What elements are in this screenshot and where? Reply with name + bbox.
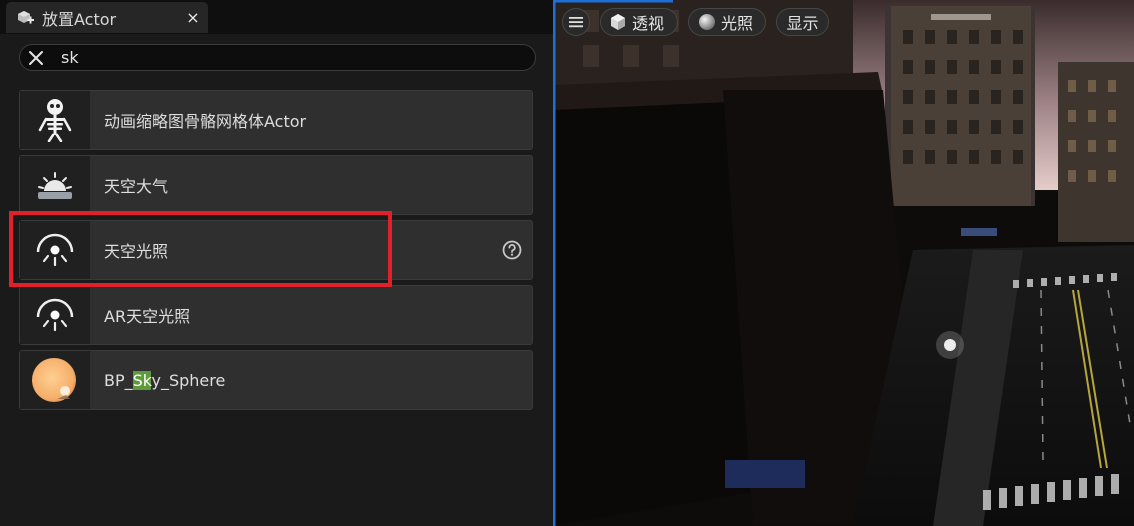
cube-icon (609, 13, 627, 31)
tab-place-actors[interactable]: 放置Actor × (6, 2, 208, 33)
list-item-label: AR天空光照 (104, 307, 191, 326)
label-suffix: y_Sphere (151, 370, 226, 390)
perspective-button[interactable]: 透视 (600, 8, 678, 36)
place-actors-icon (14, 7, 36, 29)
list-item-sky-atmosphere[interactable]: 天空大气 (19, 155, 533, 215)
list-item-ar-sky-light[interactable]: AR天空光照 (19, 285, 533, 345)
actor-list: 动画缩略图骨骼网格体Actor 天空大气 天空光照 AR天空光照 BP_Sky_… (19, 90, 533, 415)
list-item-label: 天空大气 (104, 177, 169, 196)
close-icon[interactable]: × (178, 8, 208, 27)
show-label: 显示 (786, 14, 819, 33)
list-item-bp-sky-sphere[interactable]: BP_Sky_Sphere (19, 350, 533, 410)
list-item-skeletal-mesh-actor[interactable]: 动画缩略图骨骼网格体Actor (19, 90, 533, 150)
show-button[interactable]: 显示 (776, 8, 829, 36)
list-item-label: BP_Sky_Sphere (104, 370, 226, 390)
sky-light-icon (20, 286, 90, 344)
sky-sphere-icon (20, 351, 90, 409)
tab-bar: 放置Actor × (0, 0, 553, 34)
search-input[interactable] (51, 44, 535, 71)
city-scene (553, 0, 1134, 526)
sky-atmosphere-icon (20, 156, 90, 214)
search-box (19, 44, 536, 71)
lighting-button[interactable]: 光照 (688, 8, 766, 36)
sphere-icon (698, 13, 716, 31)
lighting-label: 光照 (721, 14, 754, 33)
list-item-label: 天空光照 (104, 242, 169, 261)
search-match-highlight: Sk (132, 370, 152, 390)
place-actors-panel: 放置Actor × sk 动画缩略图骨骼网格体Actor 天空大气 天空光照 A… (0, 0, 553, 526)
label-prefix: BP_ (104, 370, 133, 390)
viewport-menu-button[interactable] (562, 8, 590, 36)
help-question-icon[interactable] (502, 240, 522, 260)
perspective-label: 透视 (632, 14, 665, 33)
tab-title: 放置Actor (42, 9, 117, 29)
list-item-label: 动画缩略图骨骼网格体Actor (104, 112, 307, 131)
hamburger-menu-icon (569, 13, 583, 32)
sky-light-icon (20, 221, 90, 279)
skeleton-icon (20, 91, 90, 149)
clear-x-icon[interactable] (21, 45, 51, 70)
list-item-sky-light[interactable]: 天空光照 (19, 220, 533, 280)
level-viewport[interactable]: 透视 光照 显示 (553, 0, 1134, 526)
